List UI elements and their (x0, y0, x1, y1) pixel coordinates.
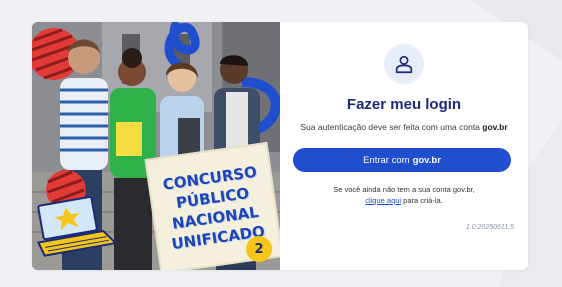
login-button-brand: gov.br (412, 154, 441, 166)
version-label: 1.0.20250611.5 (465, 224, 514, 231)
login-panel: Fazer meu login Sua autenticação deve se… (280, 22, 528, 270)
subtitle-brand: gov.br (482, 122, 508, 132)
login-button-label: Entrar com (363, 154, 410, 166)
login-govbr-button[interactable]: Entrar com gov.br (293, 148, 511, 172)
login-title: Fazer meu login (346, 96, 462, 113)
signup-info: Se você ainda não tem a sua conta gov.br… (280, 184, 528, 206)
login-subtitle: Sua autenticação deve ser feita com uma … (280, 122, 528, 132)
hero-image: CONCURSO PÚBLICO NACIONAL UNIFICADO 2 (32, 22, 280, 270)
edition-badge: 2 (246, 236, 272, 262)
no-account-text: Se você ainda não tem a sua conta gov.br… (333, 185, 475, 194)
subtitle-text: Sua autenticação deve ser feita com uma … (300, 122, 480, 132)
login-card: CONCURSO PÚBLICO NACIONAL UNIFICADO 2 Fa… (32, 22, 528, 270)
signup-suffix: para criá-la. (403, 196, 443, 205)
signup-link[interactable]: clique aqui (365, 196, 401, 205)
user-icon (384, 44, 424, 84)
